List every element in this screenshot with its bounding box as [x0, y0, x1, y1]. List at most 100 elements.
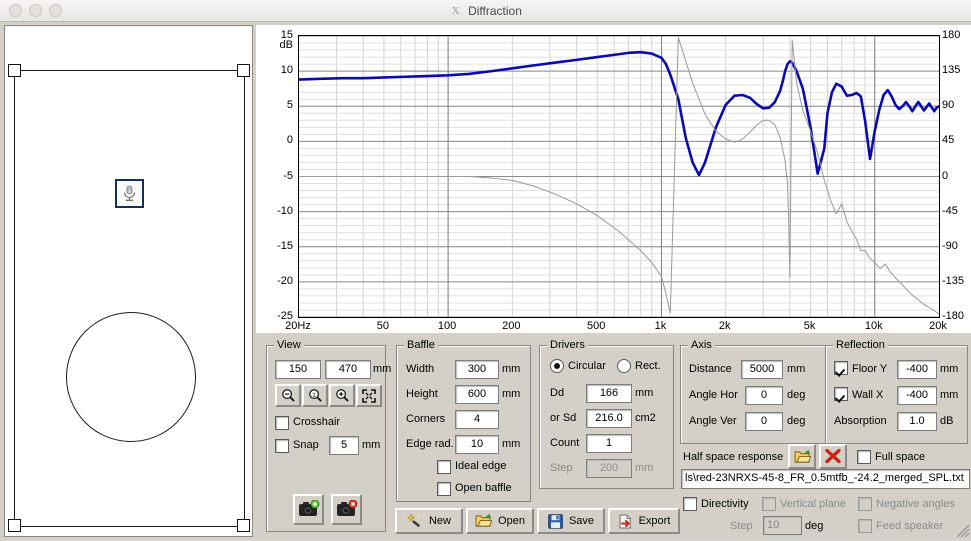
baffle-height-label: Height [406, 388, 438, 400]
view-width-input[interactable] [275, 360, 321, 379]
axis-distance-input[interactable] [741, 360, 783, 379]
baffle-handle-bottom-right[interactable] [237, 519, 250, 532]
x-axis-tick: 20Hz [285, 320, 311, 332]
vertical-plane-label: Vertical plane [780, 498, 847, 510]
snap-checkbox[interactable] [275, 439, 289, 453]
ideal-edge-label: Ideal edge [455, 460, 507, 472]
driver-circle[interactable] [66, 312, 196, 442]
microphone-icon[interactable] [115, 179, 144, 208]
view-unit-label: mm [373, 363, 392, 375]
crosshair-checkbox[interactable] [275, 416, 289, 430]
axis-distance-label: Distance [689, 363, 732, 375]
x-axis-tick: 500 [587, 320, 606, 332]
red-x-icon[interactable] [819, 444, 847, 469]
driver-sd-input[interactable] [586, 409, 632, 428]
baffle-corners-input[interactable] [455, 410, 499, 429]
folder-open-icon[interactable] [788, 444, 816, 469]
y-axis-tick: 5 [286, 99, 293, 112]
driver-step-label: Step [550, 462, 573, 474]
y-axis-tick: -20 [277, 274, 293, 287]
x-axis-tick: 20k [929, 320, 947, 332]
driver-step-unit: mm [635, 462, 654, 474]
wall-reflection-input[interactable] [897, 386, 937, 405]
x-axis-tick: 10k [864, 320, 883, 332]
baffle-height-input[interactable] [455, 385, 499, 404]
magic-wand-icon [406, 513, 421, 527]
y-axis-tick: -5 [283, 169, 293, 182]
driver-shape-circular-radio[interactable] [550, 359, 564, 373]
driver-shape-rect-radio[interactable] [617, 359, 631, 373]
save-button[interactable]: Save [537, 508, 605, 534]
plot-area[interactable] [298, 35, 940, 318]
baffle-handle-bottom-left[interactable] [8, 519, 21, 532]
export-arrow-icon [619, 514, 631, 528]
baffle-height-unit: mm [502, 388, 521, 400]
ideal-edge-checkbox[interactable] [437, 460, 451, 474]
baffle-outline[interactable] [14, 70, 245, 527]
absorption-input[interactable] [897, 412, 937, 431]
baffle-group: Baffle Width mm Height mm Corners Edge r… [396, 339, 531, 502]
view-height-input[interactable] [325, 360, 371, 379]
resize-grip[interactable] [956, 524, 970, 538]
axis-angle-ver-label: Angle Ver [689, 415, 737, 427]
baffle-edge-radius-input[interactable] [455, 435, 499, 454]
new-button[interactable]: New [395, 508, 463, 534]
absorption-label: Absorption [834, 415, 887, 427]
wall-reflection-label: Wall X [852, 389, 884, 401]
axis-angle-hor-input[interactable] [745, 386, 783, 405]
y-axis-tick: 0 [286, 134, 293, 147]
baffle-drawing-canvas[interactable] [4, 25, 253, 537]
axis-angle-ver-input[interactable] [745, 412, 783, 431]
x-axis-tick: 5k [803, 320, 816, 332]
axis-group: Axis Distance mm Angle Hor deg Angle Ver… [680, 339, 826, 444]
baffle-edge-radius-unit: mm [502, 438, 521, 450]
feed-speaker-checkbox [858, 519, 872, 533]
y2-axis-tick: -135 [942, 274, 965, 287]
view-group: View mm 1 Crosshair Snap mm [266, 339, 391, 532]
floor-reflection-unit: mm [940, 363, 959, 375]
export-button[interactable]: Export [608, 508, 680, 534]
y-axis-unit-label: dB [279, 39, 293, 51]
baffle-handle-top-left[interactable] [8, 64, 21, 77]
window-title: Diffraction [468, 3, 522, 18]
zoom-fit-icon[interactable] [356, 384, 382, 407]
baffle-handle-top-right[interactable] [237, 64, 250, 77]
camera-remove-icon[interactable] [331, 494, 362, 525]
x-axis-tick: 1k [654, 320, 667, 332]
drivers-group-caption: Drivers [547, 339, 588, 351]
full-space-checkbox[interactable] [857, 450, 871, 464]
title-bar-center: X Diffraction [0, 0, 971, 21]
snap-value-input[interactable] [329, 436, 359, 455]
view-group-caption: View [274, 339, 304, 351]
snap-unit-label: mm [362, 439, 381, 451]
zoom-reset-icon[interactable]: 1 [302, 384, 328, 407]
floor-reflection-input[interactable] [897, 360, 937, 379]
axis-group-caption: Axis [688, 339, 715, 351]
frequency-response-chart: 15 dB 10 5 0 -5 -10 -15 -20 -25 180 135 90 45 0 -45 -90-… [256, 25, 971, 333]
y-axis-tick: -10 [277, 204, 293, 217]
vertical-plane-checkbox [762, 497, 776, 511]
half-space-file-path[interactable]: ls\red-23NRXS-45-8_FR_0.5mtfb_-24.2_merg… [681, 469, 970, 489]
open-button[interactable]: Open [466, 508, 534, 534]
camera-add-icon[interactable] [293, 494, 324, 525]
axis-angle-ver-unit: deg [787, 415, 806, 427]
y2-axis-tick: -90 [942, 239, 958, 252]
axis-angle-hor-label: Angle Hor [689, 389, 738, 401]
wall-reflection-checkbox[interactable] [834, 387, 848, 401]
y2-axis-tick: 90 [942, 99, 955, 112]
y-axis-tick: 10 [280, 64, 293, 77]
baffle-width-input[interactable] [455, 360, 499, 379]
driver-dd-input[interactable] [586, 384, 632, 403]
drivers-group: Drivers Circular Rect. Dd mm or Sd cm2 C… [539, 339, 674, 489]
export-button-label: Export [638, 515, 671, 527]
negative-angles-label: Negative angles [876, 498, 955, 510]
driver-shape-rect-label: Rect. [635, 360, 661, 372]
driver-sd-label: or Sd [550, 412, 577, 424]
floor-reflection-checkbox[interactable] [834, 361, 848, 375]
directivity-step-input [763, 516, 802, 535]
open-baffle-checkbox[interactable] [437, 482, 451, 496]
zoom-in-icon[interactable] [329, 384, 355, 407]
driver-count-input[interactable] [586, 434, 632, 453]
directivity-checkbox[interactable] [683, 497, 697, 511]
zoom-out-icon[interactable] [275, 384, 301, 407]
